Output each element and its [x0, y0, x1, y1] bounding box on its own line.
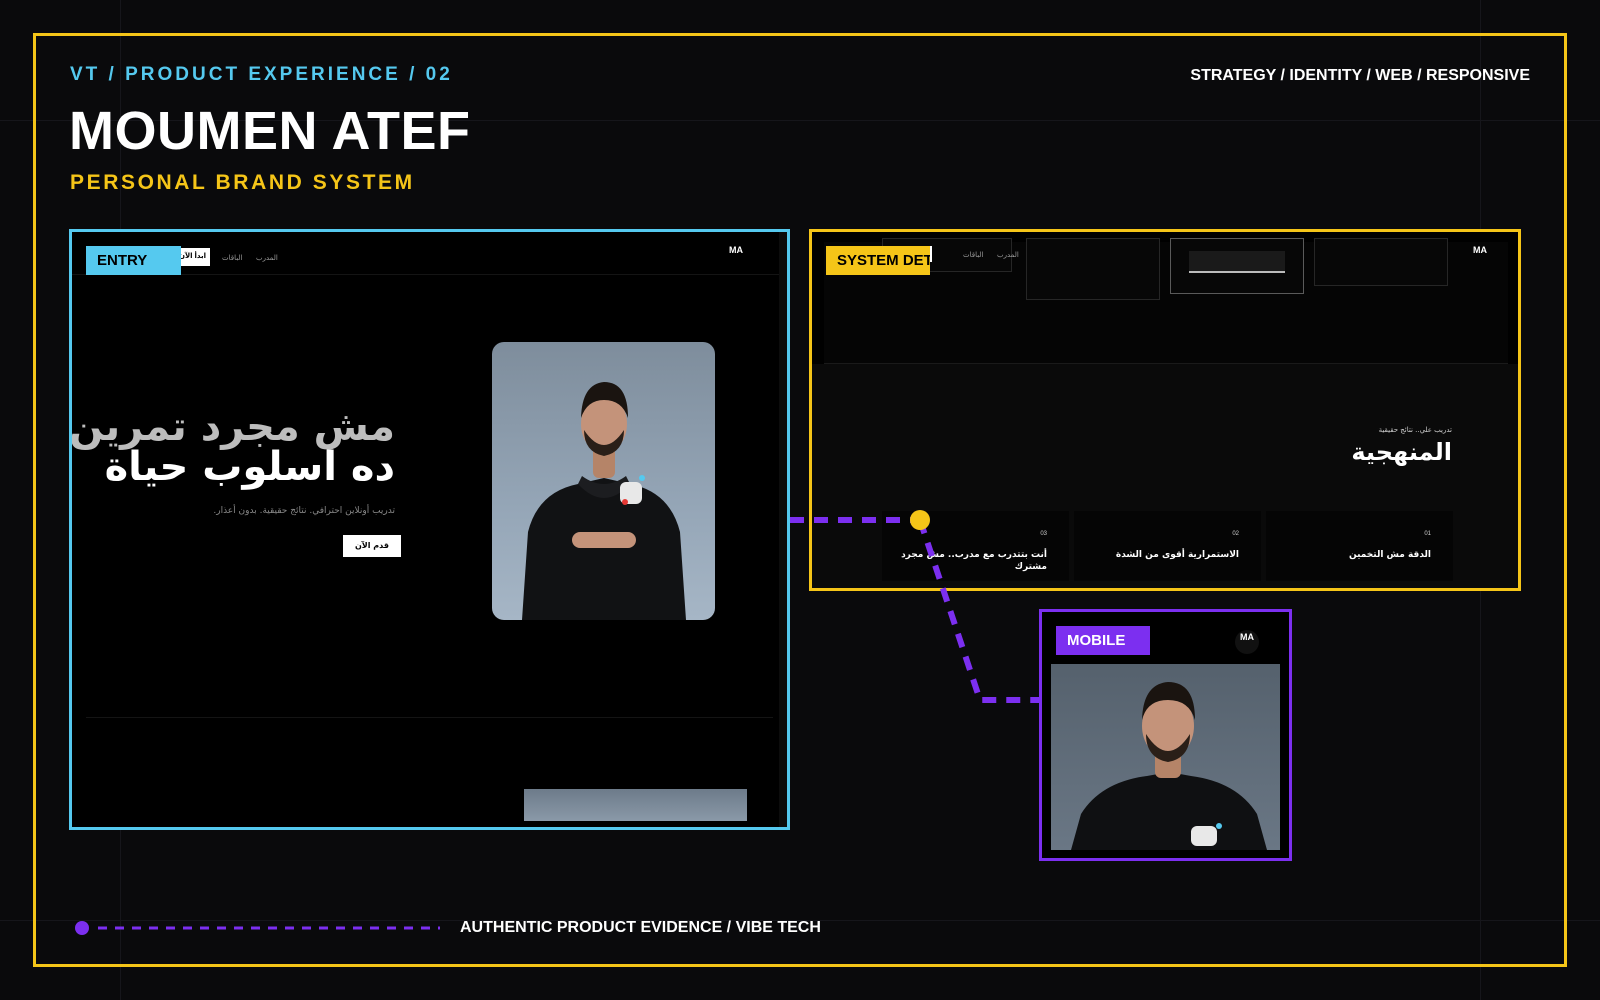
page-subtitle: PERSONAL BRAND SYSTEM — [70, 171, 415, 194]
page-title: MOUMEN ATEF — [69, 101, 471, 161]
entry-hero-description: تدريب أونلاين احترافي. نتائج حقيقية. بدو… — [213, 506, 395, 516]
mobile-tag: MOBILE — [1056, 626, 1150, 655]
mobile-logo-mark: MA — [1239, 633, 1255, 651]
entry-tag: ENTRY — [86, 246, 181, 275]
system-section-eyebrow: تدريب علي.. نتائج حقيقية — [1378, 426, 1452, 434]
entry-hero-line2: ده اسلوب حياة — [104, 444, 395, 490]
system-nav-link-coach[interactable]: المدرب — [997, 251, 1019, 259]
system-card-button[interactable] — [1189, 251, 1285, 273]
methodology-item-number: 02 — [1232, 531, 1239, 537]
mobile-coach-figure-icon — [1071, 682, 1267, 850]
coach-photo — [492, 342, 715, 620]
mobile-logo-text: MA — [1240, 632, 1254, 642]
methodology-item-title: أنت بتتدرب مع مدرب.. مش مجرد مشترك — [901, 550, 1047, 572]
entry-nav-link-packages[interactable]: الباقات — [222, 254, 242, 262]
page-eyebrow: VT / PRODUCT EXPERIENCE / 02 — [70, 64, 453, 85]
system-nav-link-packages[interactable]: الباقات — [963, 251, 983, 259]
services-list: STRATEGY / IDENTITY / WEB / RESPONSIVE — [1190, 67, 1530, 84]
footer-caption: AUTHENTIC PRODUCT EVIDENCE / VIBE TECH — [460, 919, 821, 936]
system-pricing-card[interactable] — [1314, 238, 1448, 286]
mobile-logo-icon[interactable]: MA — [1235, 630, 1259, 654]
methodology-item[interactable]: 03 أنت بتتدرب مع مدرب.. مش مجرد مشترك — [882, 511, 1069, 581]
entry-scrollbar[interactable] — [779, 232, 787, 827]
entry-logo-text: MA — [729, 245, 743, 255]
system-tag: SYSTEM DETAIL — [826, 246, 930, 275]
entry-section-divider — [86, 717, 773, 718]
methodology-item[interactable]: 01 الدقة مش التخمين — [1266, 511, 1453, 581]
methodology-item[interactable]: 02 الاستمرارية أقوى من الشدة — [1074, 511, 1261, 581]
entry-panel[interactable]: ENTRY ابدأ الآن الباقات المدرب MA مش مجر… — [69, 229, 790, 830]
entry-next-section-preview — [524, 789, 747, 821]
methodology-item-title: الاستمرارية أقوى من الشدة — [1115, 550, 1239, 560]
system-pricing-card-featured[interactable] — [1170, 238, 1304, 294]
methodology-item-title: الدقة مش التخمين — [1348, 550, 1431, 560]
methodology-item-number: 03 — [1040, 531, 1047, 537]
mobile-coach-photo — [1051, 664, 1280, 850]
system-logo-icon[interactable]: MA — [1472, 246, 1488, 264]
entry-nav-link-coach[interactable]: المدرب — [256, 254, 278, 262]
system-pricing-card[interactable] — [1026, 238, 1160, 300]
methodology-item-number: 01 — [1424, 531, 1431, 537]
system-detail-panel[interactable]: الباقات المدرب MA SYSTEM DETAIL تدريب عل… — [809, 229, 1521, 591]
coach-figure-icon — [522, 382, 686, 620]
mobile-panel[interactable]: MOBILE MA — [1039, 609, 1292, 861]
system-section-heading: المنهجية — [1351, 438, 1452, 466]
entry-hero-cta-button[interactable]: قدم الآن — [343, 535, 401, 557]
entry-logo-icon[interactable]: MA — [728, 246, 744, 264]
system-logo-text: MA — [1473, 245, 1487, 255]
